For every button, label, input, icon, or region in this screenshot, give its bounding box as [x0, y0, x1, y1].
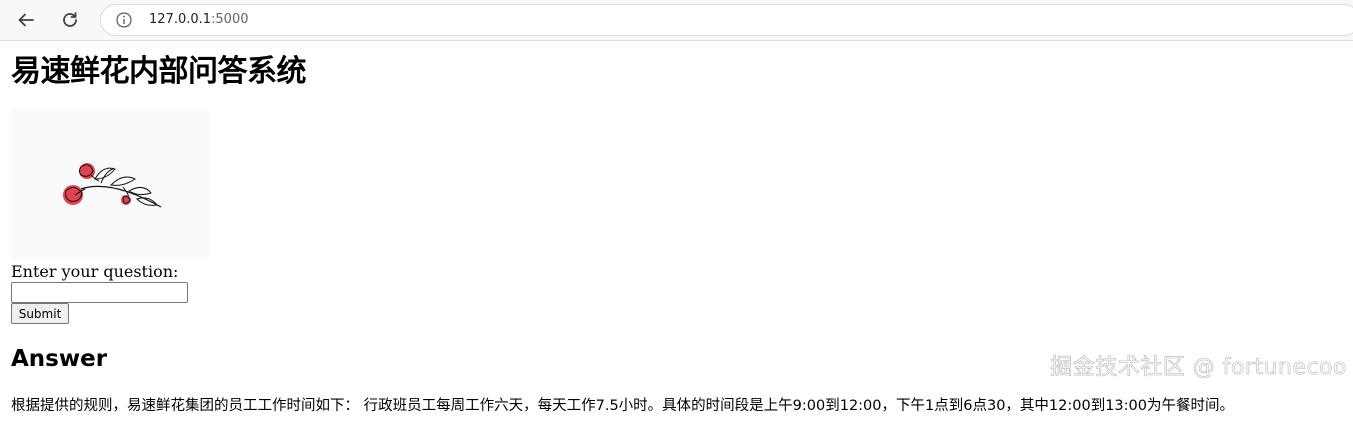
- reload-button[interactable]: [56, 6, 84, 34]
- answer-heading: Answer: [11, 346, 108, 372]
- reload-icon: [63, 12, 77, 27]
- page-title: 易速鲜花内部问答系统: [11, 54, 307, 89]
- flower-image: [11, 109, 209, 259]
- question-label: Enter your question:: [11, 262, 179, 281]
- back-button[interactable]: [12, 6, 40, 34]
- info-icon[interactable]: [115, 11, 133, 29]
- browser-toolbar: 127.0.0.1:5000: [0, 0, 1353, 41]
- submit-button[interactable]: Submit: [11, 303, 69, 324]
- flower-illustration: [63, 163, 162, 208]
- question-input[interactable]: [11, 282, 188, 303]
- url-host: 127.0.0.1: [149, 12, 212, 27]
- arrow-left-icon: [18, 13, 34, 27]
- url-text: 127.0.0.1:5000: [149, 12, 249, 27]
- url-port: :5000: [211, 12, 249, 27]
- page-content: 易速鲜花内部问答系统 Enter your question: Submit A…: [0, 41, 1353, 438]
- answer-text: 根据提供的规则，易速鲜花集团的员工工作时间如下： 行政班员工每周工作六天，每天工…: [11, 398, 1234, 414]
- address-bar[interactable]: 127.0.0.1:5000: [100, 4, 1353, 36]
